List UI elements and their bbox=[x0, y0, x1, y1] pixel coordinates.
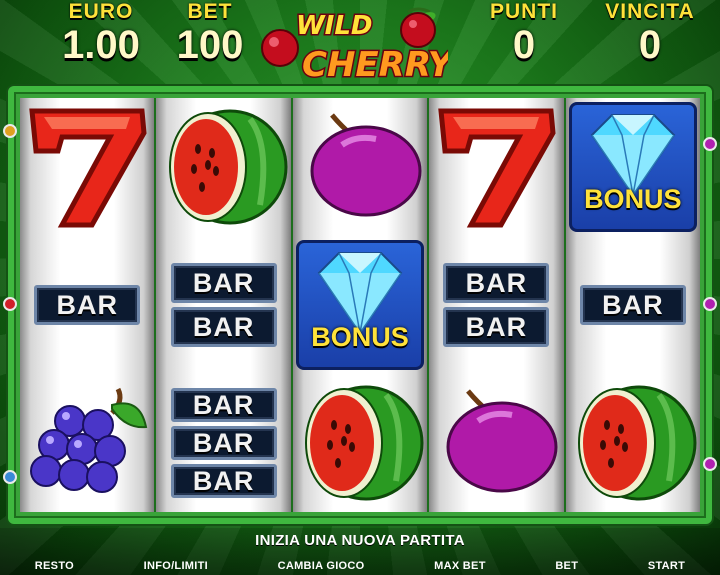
bar-tile: BAR bbox=[170, 464, 277, 498]
bar-symbol: BAR bbox=[34, 285, 141, 325]
bonus-label: BONUS bbox=[311, 322, 409, 352]
plum-symbol bbox=[310, 113, 422, 217]
euro-display: EURO 1.00 bbox=[48, 0, 154, 66]
punti-label: PUNTI bbox=[490, 0, 558, 23]
reel-1-symbol-top bbox=[20, 98, 154, 236]
bar-tile: BAR bbox=[443, 307, 550, 347]
bar-tile: BAR bbox=[170, 388, 277, 422]
seven-symbol bbox=[438, 108, 556, 228]
payline-marker-right-bottom bbox=[703, 457, 717, 471]
reel-3-symbol-middle: BONUS bbox=[293, 236, 427, 374]
reel-1-symbol-bottom bbox=[20, 374, 154, 512]
reel-5-symbol-top: BONUS bbox=[566, 98, 700, 236]
bar-tile: BAR bbox=[34, 285, 141, 325]
info-limiti-button[interactable]: INFO/LIMITI bbox=[144, 556, 208, 575]
vincita-label: VINCITA bbox=[605, 0, 695, 23]
vincita-display: VINCITA 0 bbox=[588, 0, 712, 66]
reel-1: BAR bbox=[20, 98, 155, 512]
bet-value: 100 bbox=[176, 23, 244, 67]
bar-label: BAR bbox=[192, 311, 255, 342]
euro-value: 1.00 bbox=[62, 23, 140, 67]
bar-tile: BAR bbox=[170, 426, 277, 460]
start-button[interactable]: START bbox=[648, 556, 685, 575]
reel-2-symbol-bottom: BAR BAR BAR bbox=[156, 374, 290, 512]
plum-symbol bbox=[446, 389, 558, 493]
bar-symbol: BAR bbox=[579, 285, 686, 325]
reel-4-symbol-bottom bbox=[429, 374, 563, 512]
reel-4-symbol-middle: BAR BAR bbox=[429, 236, 563, 374]
logo-cherry: CHERRY bbox=[302, 45, 448, 84]
bonus-symbol: BONUS bbox=[296, 240, 425, 370]
watermelon-symbol bbox=[168, 109, 288, 225]
bar-symbol-double: BAR BAR bbox=[443, 263, 550, 347]
reel-4: BAR BAR bbox=[429, 98, 564, 512]
reel-1-symbol-middle: BAR bbox=[20, 236, 154, 374]
cambia-gioco-button[interactable]: CAMBIA GIOCO bbox=[278, 556, 365, 575]
bet-label: BET bbox=[187, 0, 233, 23]
bar-label: BAR bbox=[192, 267, 255, 298]
reel-5: BONUS BAR bbox=[565, 98, 701, 512]
bar-symbol-triple: BAR BAR BAR bbox=[170, 388, 277, 498]
bar-label: BAR bbox=[465, 267, 528, 298]
seven-symbol bbox=[29, 108, 147, 228]
punti-display: PUNTI 0 bbox=[476, 0, 572, 66]
watermelon-symbol bbox=[305, 385, 424, 501]
logo-wild: WILD bbox=[296, 11, 373, 41]
bar-tile: BAR bbox=[170, 263, 277, 303]
bar-label: BAR bbox=[602, 289, 664, 320]
bet-button[interactable]: BET bbox=[555, 556, 578, 575]
payline-marker-left-middle bbox=[3, 297, 17, 311]
reel-2: BAR BAR BAR BAR BAR bbox=[156, 98, 291, 512]
bar-label: BAR bbox=[192, 465, 255, 496]
payline-marker-left-top bbox=[3, 124, 17, 138]
reel-2-symbol-top bbox=[156, 98, 290, 236]
reel-3-symbol-bottom bbox=[293, 374, 427, 512]
euro-label: EURO bbox=[68, 0, 134, 23]
reel-5-symbol-bottom bbox=[566, 374, 700, 512]
control-buttons: RESTO INFO/LIMITI CAMBIA GIOCO MAX BET B… bbox=[0, 556, 720, 575]
bar-label: BAR bbox=[56, 289, 118, 320]
bar-label: BAR bbox=[465, 311, 528, 342]
bar-tile: BAR bbox=[170, 307, 277, 347]
reel-5-symbol-middle: BAR bbox=[566, 236, 700, 374]
max-bet-button[interactable]: MAX BET bbox=[434, 556, 486, 575]
reels: BAR BAR BAR BAR BAR BAR BONUS BAR BAR BO… bbox=[20, 98, 701, 512]
reel-4-symbol-top bbox=[429, 98, 563, 236]
wild-cherry-logo: WILD CHERRY bbox=[261, 7, 448, 84]
reel-3-symbol-top bbox=[293, 98, 427, 236]
payline-marker-right-middle bbox=[703, 297, 717, 311]
status-message: INIZIA UNA NUOVA PARTITA bbox=[255, 532, 465, 549]
game-screen: EURO 1.00 BET 100 PUNTI 0 VINCITA 0 WILD… bbox=[0, 0, 720, 575]
payline-marker-left-bottom bbox=[3, 470, 17, 484]
watermelon-symbol bbox=[577, 385, 697, 501]
bar-label: BAR bbox=[192, 427, 255, 458]
punti-value: 0 bbox=[512, 23, 536, 67]
grapes-symbol bbox=[30, 387, 148, 493]
bet-display: BET 100 bbox=[162, 0, 258, 66]
reel-3: BONUS bbox=[292, 98, 428, 512]
bar-label: BAR bbox=[192, 389, 255, 420]
bar-tile: BAR bbox=[443, 263, 550, 303]
resto-button[interactable]: RESTO bbox=[35, 556, 74, 575]
bonus-label: BONUS bbox=[584, 184, 682, 214]
reel-2-symbol-middle: BAR BAR bbox=[156, 236, 290, 374]
bonus-symbol: BONUS bbox=[568, 102, 697, 232]
payline-marker-right-top bbox=[703, 137, 717, 151]
bar-tile: BAR bbox=[579, 285, 686, 325]
reel-frame: BAR BAR BAR BAR BAR BAR BONUS BAR BAR BO… bbox=[8, 86, 712, 524]
bar-symbol-double: BAR BAR bbox=[170, 263, 277, 347]
vincita-value: 0 bbox=[638, 23, 662, 67]
